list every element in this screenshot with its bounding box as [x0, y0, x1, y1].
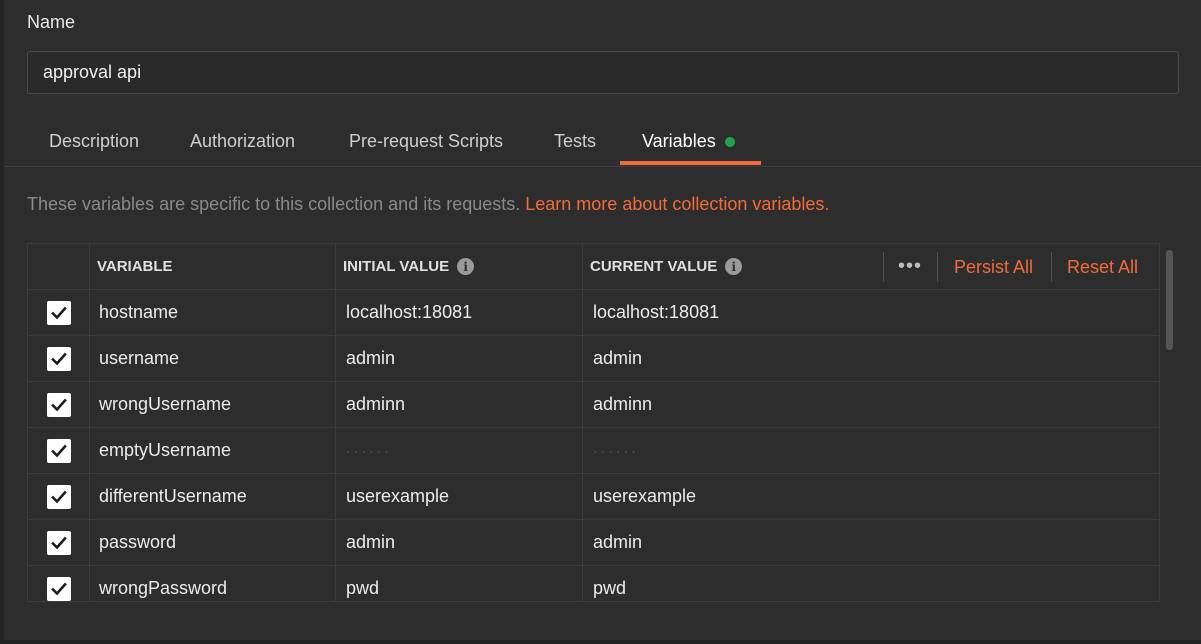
- row-checkbox-cell: [28, 566, 90, 601]
- current-value-cell[interactable]: adminn: [583, 382, 1159, 427]
- tab-tests[interactable]: Tests: [554, 120, 596, 167]
- checkmark-icon: [50, 306, 67, 319]
- unsaved-changes-dot-icon: [724, 136, 735, 147]
- row-enabled-checkbox[interactable]: [46, 484, 71, 509]
- checkmark-icon: [50, 536, 67, 549]
- collection-name-input[interactable]: [27, 51, 1179, 94]
- variable-name-cell[interactable]: emptyUsername: [90, 428, 336, 473]
- initial-value-info-icon[interactable]: i: [457, 258, 475, 275]
- variables-description: These variables are specific to this col…: [27, 194, 829, 215]
- header-initial-value-label: INITIAL VALUE: [343, 258, 450, 275]
- current-value-cell[interactable]: ······: [583, 428, 1159, 473]
- initial-value-cell[interactable]: userexample: [336, 474, 583, 519]
- header-initial-value: INITIAL VALUE i: [336, 244, 583, 289]
- tab-bar: Description Authorization Pre-request Sc…: [4, 120, 1201, 167]
- current-value-cell[interactable]: admin: [583, 336, 1159, 381]
- variables-description-text: These variables are specific to this col…: [27, 194, 521, 214]
- header-actions-divider: [883, 252, 884, 282]
- table-row: password admin admin: [28, 520, 1159, 566]
- variable-name-cell[interactable]: wrongPassword: [90, 566, 336, 601]
- initial-value-cell[interactable]: ······: [336, 428, 583, 473]
- row-checkbox-cell: [28, 474, 90, 519]
- row-checkbox-cell: [28, 520, 90, 565]
- header-variable: VARIABLE: [90, 244, 336, 289]
- variable-name-cell[interactable]: hostname: [90, 290, 336, 335]
- persist-all-button[interactable]: Persist All: [954, 244, 1033, 290]
- initial-value-cell[interactable]: pwd: [336, 566, 583, 601]
- empty-value-placeholder: ······: [346, 442, 392, 459]
- table-row: differentUsername userexample userexample: [28, 474, 1159, 520]
- table-row: emptyUsername ······ ······: [28, 428, 1159, 474]
- table-row: wrongUsername adminn adminn: [28, 382, 1159, 428]
- initial-value-text: pwd: [346, 578, 380, 598]
- current-value-text: adminn: [593, 394, 653, 414]
- tab-description[interactable]: Description: [49, 120, 139, 167]
- current-value-cell[interactable]: userexample: [583, 474, 1159, 519]
- tab-variables[interactable]: Variables: [642, 120, 735, 167]
- variable-name-cell[interactable]: differentUsername: [90, 474, 336, 519]
- initial-value-cell[interactable]: adminn: [336, 382, 583, 427]
- row-enabled-checkbox[interactable]: [46, 576, 71, 601]
- header-actions-divider: [1051, 252, 1052, 282]
- initial-value-cell[interactable]: admin: [336, 520, 583, 565]
- reset-all-button[interactable]: Reset All: [1067, 244, 1138, 290]
- more-options-icon[interactable]: •••: [888, 251, 932, 281]
- row-checkbox-cell: [28, 290, 90, 335]
- row-checkbox-cell: [28, 428, 90, 473]
- initial-value-text: admin: [346, 348, 396, 368]
- empty-value-placeholder: ······: [593, 442, 639, 459]
- row-enabled-checkbox[interactable]: [46, 438, 71, 463]
- tab-pre-request-scripts[interactable]: Pre-request Scripts: [349, 120, 503, 167]
- header-actions-divider: [937, 252, 938, 282]
- initial-value-text: admin: [346, 532, 396, 552]
- initial-value-text: localhost:18081: [346, 302, 473, 322]
- variable-name-cell[interactable]: username: [90, 336, 336, 381]
- table-header-row: VARIABLE INITIAL VALUE i CURRENT VALUE i…: [28, 244, 1159, 290]
- table-row: wrongPassword pwd pwd: [28, 566, 1159, 601]
- current-value-cell[interactable]: localhost:18081: [583, 290, 1159, 335]
- left-edge-strip: [0, 0, 4, 644]
- name-label: Name: [27, 12, 76, 32]
- checkmark-icon: [50, 398, 67, 411]
- current-value-text: userexample: [593, 486, 697, 506]
- row-enabled-checkbox[interactable]: [46, 346, 71, 371]
- variables-table: VARIABLE INITIAL VALUE i CURRENT VALUE i…: [27, 243, 1160, 602]
- checkmark-icon: [50, 444, 67, 457]
- initial-value-text: adminn: [346, 394, 406, 414]
- active-tab-indicator: [620, 161, 761, 165]
- row-checkbox-cell: [28, 382, 90, 427]
- row-enabled-checkbox[interactable]: [46, 392, 71, 417]
- header-checkbox-cell: [28, 244, 90, 289]
- learn-more-link[interactable]: Learn more about collection variables.: [525, 194, 829, 214]
- row-checkbox-cell: [28, 336, 90, 381]
- checkmark-icon: [50, 490, 67, 503]
- current-value-info-icon[interactable]: i: [725, 258, 743, 275]
- current-value-cell[interactable]: admin: [583, 520, 1159, 565]
- initial-value-text: userexample: [346, 486, 450, 506]
- initial-value-cell[interactable]: admin: [336, 336, 583, 381]
- tab-authorization[interactable]: Authorization: [190, 120, 295, 167]
- current-value-text: localhost:18081: [593, 302, 720, 322]
- checkmark-icon: [50, 582, 67, 595]
- header-current-value-label: CURRENT VALUE: [590, 258, 718, 275]
- current-value-text: pwd: [593, 578, 627, 598]
- current-value-text: admin: [593, 532, 643, 552]
- row-enabled-checkbox[interactable]: [46, 300, 71, 325]
- variable-name-cell[interactable]: password: [90, 520, 336, 565]
- tab-variables-label: Variables: [642, 131, 716, 151]
- table-row: username admin admin: [28, 336, 1159, 382]
- table-scrollbar-thumb[interactable]: [1166, 250, 1173, 350]
- variable-name-cell[interactable]: wrongUsername: [90, 382, 336, 427]
- bottom-edge-strip: [0, 640, 1201, 644]
- current-value-cell[interactable]: pwd: [583, 566, 1159, 601]
- checkmark-icon: [50, 352, 67, 365]
- current-value-text: admin: [593, 348, 643, 368]
- row-enabled-checkbox[interactable]: [46, 530, 71, 555]
- table-row: hostname localhost:18081 localhost:18081: [28, 290, 1159, 336]
- initial-value-cell[interactable]: localhost:18081: [336, 290, 583, 335]
